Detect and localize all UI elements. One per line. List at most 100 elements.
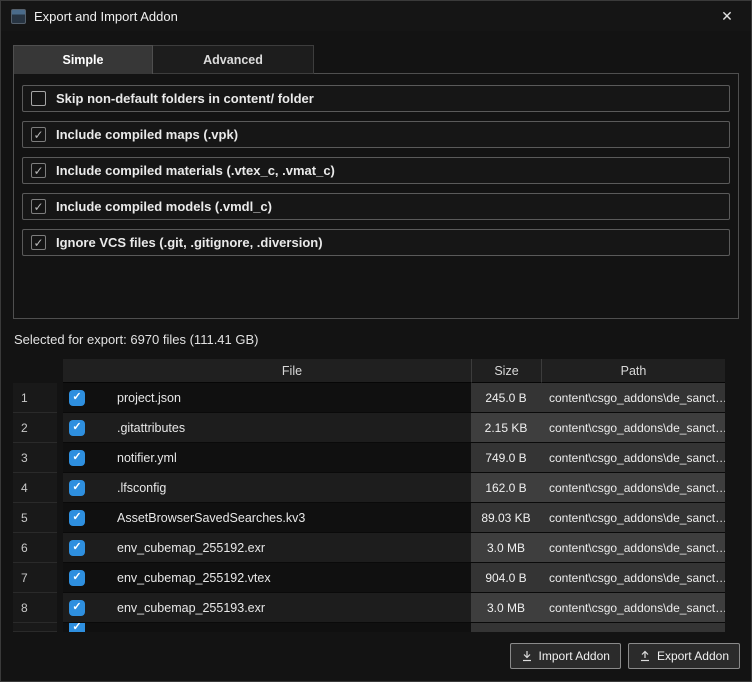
row-checkbox-cell[interactable]: ✓ xyxy=(63,503,113,533)
import-label: Import Addon xyxy=(538,649,610,663)
path-cell: content\csgo_addons\de_sanct… xyxy=(541,413,725,443)
option-row: ✓ Ignore VCS files (.git, .gitignore, .d… xyxy=(22,229,730,256)
path-cell: content\csgo_addons\de_sanct… xyxy=(541,563,725,593)
row-check-icon[interactable]: ✓ xyxy=(69,539,85,556)
path-cell: content\csgo_addons\de_sanct… xyxy=(541,533,725,563)
window-title: Export and Import Addon xyxy=(34,8,178,24)
header-file[interactable]: File xyxy=(113,359,471,383)
app-icon xyxy=(11,8,26,24)
file-cell: project.json xyxy=(113,383,471,413)
options-panel: Skip non-default folders in content/ fol… xyxy=(13,73,739,319)
row-number: 7 xyxy=(13,563,57,593)
row-number: 5 xyxy=(13,503,57,533)
file-cell: env_cubemap_255193.exr xyxy=(113,593,471,623)
table-row[interactable]: 5 ✓ AssetBrowserSavedSearches.kv3 89.03 … xyxy=(13,503,725,533)
row-checkbox-cell[interactable]: ✓ xyxy=(63,383,113,413)
file-cell: env_cubemap_255192.vtex xyxy=(113,563,471,593)
file-cell xyxy=(113,623,471,632)
export-addon-button[interactable]: Export Addon xyxy=(627,643,740,669)
table-row[interactable]: 7 ✓ env_cubemap_255192.vtex 904.0 B cont… xyxy=(13,563,725,593)
option-row: ✓ Include compiled maps (.vpk) xyxy=(22,121,730,148)
row-check-icon[interactable]: ✓ xyxy=(69,389,85,406)
row-check-icon[interactable]: ✓ xyxy=(69,449,85,466)
option-checkbox[interactable]: ✓ xyxy=(31,235,46,250)
row-check-icon[interactable]: ✓ xyxy=(69,479,85,496)
table-row[interactable]: 2 ✓ .gitattributes 2.15 KB content\csgo_… xyxy=(13,413,725,443)
table-row[interactable]: 8 ✓ env_cubemap_255193.exr 3.0 MB conten… xyxy=(13,593,725,623)
file-cell: AssetBrowserSavedSearches.kv3 xyxy=(113,503,471,533)
option-label: Include compiled materials (.vtex_c, .vm… xyxy=(56,163,335,178)
close-button[interactable]: ✕ xyxy=(713,4,741,28)
row-checkbox-cell[interactable]: ✓ xyxy=(63,443,113,473)
header-path[interactable]: Path xyxy=(541,359,725,383)
size-cell: 89.03 KB xyxy=(471,503,541,533)
row-checkbox-cell[interactable]: ✓ xyxy=(63,593,113,623)
path-cell: content\csgo_addons\de_sanct… xyxy=(541,443,725,473)
size-cell xyxy=(471,623,541,632)
row-number: 6 xyxy=(13,533,57,563)
size-cell: 3.0 MB xyxy=(471,533,541,563)
header-size[interactable]: Size xyxy=(471,359,541,383)
header-blank xyxy=(13,359,57,383)
size-cell: 162.0 B xyxy=(471,473,541,503)
options-list: Skip non-default folders in content/ fol… xyxy=(22,85,730,256)
row-checkbox-cell[interactable]: ✓ xyxy=(63,623,113,632)
path-cell: content\csgo_addons\de_sanct… xyxy=(541,593,725,623)
option-row: Skip non-default folders in content/ fol… xyxy=(22,85,730,112)
option-label: Include compiled models (.vmdl_c) xyxy=(56,199,272,214)
row-check-icon[interactable]: ✓ xyxy=(69,623,85,632)
footer: Import Addon Export Addon xyxy=(1,643,740,669)
row-check-icon[interactable]: ✓ xyxy=(69,509,85,526)
table-row[interactable]: 3 ✓ notifier.yml 749.0 B content\csgo_ad… xyxy=(13,443,725,473)
row-number: 8 xyxy=(13,593,57,623)
option-checkbox[interactable]: ✓ xyxy=(31,199,46,214)
row-number xyxy=(13,623,57,632)
option-checkbox[interactable] xyxy=(31,91,46,106)
file-table: File Size Path 1 ✓ project.json 245.0 B … xyxy=(13,359,725,632)
row-number: 1 xyxy=(13,383,57,413)
tab-advanced[interactable]: Advanced xyxy=(153,45,314,74)
row-check-icon[interactable]: ✓ xyxy=(69,569,85,586)
path-cell: content\csgo_addons\de_sanct… xyxy=(541,383,725,413)
export-icon xyxy=(639,650,651,662)
row-number: 4 xyxy=(13,473,57,503)
option-checkbox[interactable]: ✓ xyxy=(31,163,46,178)
file-cell: .gitattributes xyxy=(113,413,471,443)
path-cell: content\csgo_addons\de_sanct… xyxy=(541,473,725,503)
tab-simple[interactable]: Simple xyxy=(13,45,153,74)
table-row[interactable]: 6 ✓ env_cubemap_255192.exr 3.0 MB conten… xyxy=(13,533,725,563)
table-row[interactable]: 4 ✓ .lfsconfig 162.0 B content\csgo_addo… xyxy=(13,473,725,503)
option-row: ✓ Include compiled models (.vmdl_c) xyxy=(22,193,730,220)
path-cell xyxy=(541,623,725,632)
row-check-icon[interactable]: ✓ xyxy=(69,599,85,616)
size-cell: 749.0 B xyxy=(471,443,541,473)
titlebar: Export and Import Addon ✕ xyxy=(1,1,751,31)
size-cell: 904.0 B xyxy=(471,563,541,593)
file-cell: env_cubemap_255192.exr xyxy=(113,533,471,563)
row-checkbox-cell[interactable]: ✓ xyxy=(63,473,113,503)
option-label: Include compiled maps (.vpk) xyxy=(56,127,239,142)
row-checkbox-cell[interactable]: ✓ xyxy=(63,563,113,593)
import-addon-button[interactable]: Import Addon xyxy=(509,643,621,669)
option-label: Skip non-default folders in content/ fol… xyxy=(56,91,314,106)
option-label: Ignore VCS files (.git, .gitignore, .div… xyxy=(56,235,323,250)
file-cell: notifier.yml xyxy=(113,443,471,473)
table-row[interactable]: 1 ✓ project.json 245.0 B content\csgo_ad… xyxy=(13,383,725,413)
row-checkbox-cell[interactable]: ✓ xyxy=(63,413,113,443)
row-checkbox-cell[interactable]: ✓ xyxy=(63,533,113,563)
row-number: 2 xyxy=(13,413,57,443)
option-checkbox[interactable]: ✓ xyxy=(31,127,46,142)
row-check-icon[interactable]: ✓ xyxy=(69,419,85,436)
table-row-partial[interactable]: ✓ xyxy=(13,623,725,632)
export-summary: Selected for export: 6970 files (111.41 … xyxy=(14,332,259,347)
size-cell: 3.0 MB xyxy=(471,593,541,623)
header-checkbox-column[interactable] xyxy=(63,359,113,383)
export-label: Export Addon xyxy=(656,649,729,663)
option-row: ✓ Include compiled materials (.vtex_c, .… xyxy=(22,157,730,184)
tab-bar: Simple Advanced xyxy=(13,45,739,74)
path-cell: content\csgo_addons\de_sanct… xyxy=(541,503,725,533)
table-body: 1 ✓ project.json 245.0 B content\csgo_ad… xyxy=(13,383,725,632)
file-cell: .lfsconfig xyxy=(113,473,471,503)
row-number: 3 xyxy=(13,443,57,473)
table-header: File Size Path xyxy=(13,359,725,383)
